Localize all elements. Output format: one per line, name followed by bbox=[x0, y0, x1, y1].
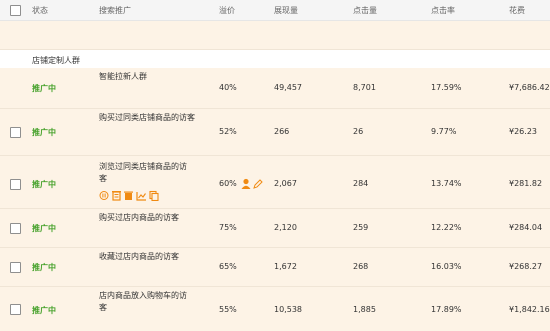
ctr-value: 12.22% bbox=[431, 223, 462, 232]
cost-value: ¥26.23 bbox=[509, 127, 537, 136]
row-checkbox[interactable] bbox=[10, 262, 21, 273]
crowd-name-line1: 浏览过同类店铺商品的访 bbox=[99, 162, 187, 171]
premium-value: 75% bbox=[219, 223, 237, 232]
crowd-name: 智能拉新人群 bbox=[99, 72, 147, 81]
premium-editor bbox=[241, 178, 263, 189]
clicks-value: 284 bbox=[353, 179, 369, 188]
crowd-name: 购买过店内商品的访客 bbox=[99, 213, 179, 222]
header-search-recommend[interactable]: 搜索推广 bbox=[99, 5, 131, 16]
status-badge: 推广中 bbox=[32, 128, 56, 137]
header-premium[interactable]: 溢价 bbox=[219, 5, 235, 16]
clicks-value: 8,701 bbox=[353, 83, 376, 92]
table-row: 推广中 购买过店内商品的访客 75% 2,120 259 12.22% ¥284… bbox=[0, 209, 550, 247]
impressions-value: 10,538 bbox=[274, 305, 302, 314]
table-header: 状态 搜索推广 溢价 展现量 点击量 点击率 花费 bbox=[0, 0, 550, 21]
header-impressions[interactable]: 展现量 bbox=[274, 5, 298, 16]
clicks-value: 1,885 bbox=[353, 305, 376, 314]
copy-icon[interactable] bbox=[149, 190, 159, 201]
row-checkbox[interactable] bbox=[10, 304, 21, 315]
crowd-name-line2: 客 bbox=[99, 174, 107, 183]
table-row: 推广中 浏览过同类店铺商品的访 客 60% 2,067 284 13.74% ¥… bbox=[0, 156, 550, 208]
clicks-value: 259 bbox=[353, 223, 369, 232]
select-all-checkbox[interactable] bbox=[10, 5, 21, 16]
header-cost[interactable]: 花费 bbox=[509, 5, 525, 16]
crowd-name-line2: 客 bbox=[99, 303, 107, 312]
header-ctr[interactable]: 点击率 bbox=[431, 5, 455, 16]
table-row: 推广中 收藏过店内商品的访客 65% 1,672 268 16.03% ¥268… bbox=[0, 248, 550, 286]
delete-icon[interactable] bbox=[124, 191, 133, 201]
table-row: 推广中 店内商品放入购物车的访 客 55% 10,538 1,885 17.89… bbox=[0, 287, 550, 331]
pause-icon[interactable] bbox=[99, 191, 109, 200]
ctr-value: 13.74% bbox=[431, 179, 462, 188]
impressions-value: 266 bbox=[274, 127, 290, 136]
row-checkbox[interactable] bbox=[10, 127, 21, 138]
table-row: 推广中 智能拉新人群 新 ? 40% 49,457 8,701 17.59% ¥… bbox=[0, 68, 550, 152]
status-badge: 推广中 bbox=[32, 180, 56, 189]
header-status: 状态 bbox=[32, 6, 48, 15]
row-actions bbox=[99, 190, 159, 201]
clicks-value: 268 bbox=[353, 262, 369, 271]
cost-value: ¥281.82 bbox=[509, 179, 543, 188]
table-row-partial bbox=[0, 21, 550, 63]
impressions-value: 2,067 bbox=[274, 179, 297, 188]
premium-value: 65% bbox=[219, 262, 237, 271]
status-badge: 推广中 bbox=[32, 224, 56, 233]
status-badge: 推广中 bbox=[32, 306, 56, 315]
section-label: 店铺定制人群 bbox=[32, 56, 80, 65]
header-clicks[interactable]: 点击量 bbox=[353, 5, 377, 16]
impressions-value: 49,457 bbox=[274, 83, 302, 92]
impressions-value: 2,120 bbox=[274, 223, 297, 232]
premium-value: 52% bbox=[219, 127, 237, 136]
row-checkbox[interactable] bbox=[10, 223, 21, 234]
status-badge: 推广中 bbox=[32, 84, 56, 93]
clicks-value: 26 bbox=[353, 127, 364, 136]
crowd-name: 购买过同类店铺商品的访客 bbox=[99, 113, 195, 122]
cost-value: ¥1,842.16 bbox=[509, 305, 550, 314]
table-row: 推广中 购买过同类店铺商品的访客 52% 266 26 9.77% ¥26.23 bbox=[0, 109, 550, 155]
trash-icon[interactable] bbox=[112, 191, 121, 201]
crowd-name: 收藏过店内商品的访客 bbox=[99, 252, 179, 261]
ctr-value: 9.77% bbox=[431, 127, 457, 136]
crowd-name-line1: 店内商品放入购物车的访 bbox=[99, 291, 187, 300]
ctr-value: 17.89% bbox=[431, 305, 462, 314]
premium-value: 60% bbox=[219, 179, 237, 188]
person-icon[interactable] bbox=[241, 178, 251, 189]
premium-value: 55% bbox=[219, 305, 237, 314]
ctr-value: 16.03% bbox=[431, 262, 462, 271]
premium-value: 40% bbox=[219, 83, 237, 92]
cost-value: ¥268.27 bbox=[509, 262, 543, 271]
status-badge: 推广中 bbox=[32, 263, 56, 272]
impressions-value: 1,672 bbox=[274, 262, 297, 271]
ctr-value: 17.59% bbox=[431, 83, 462, 92]
chart-icon[interactable] bbox=[136, 192, 146, 201]
cost-value: ¥7,686.42 bbox=[509, 83, 550, 92]
cost-value: ¥284.04 bbox=[509, 223, 543, 232]
edit-pencil-icon[interactable] bbox=[253, 179, 263, 189]
row-checkbox[interactable] bbox=[10, 179, 21, 190]
section-header: 店铺定制人群 bbox=[0, 50, 550, 68]
